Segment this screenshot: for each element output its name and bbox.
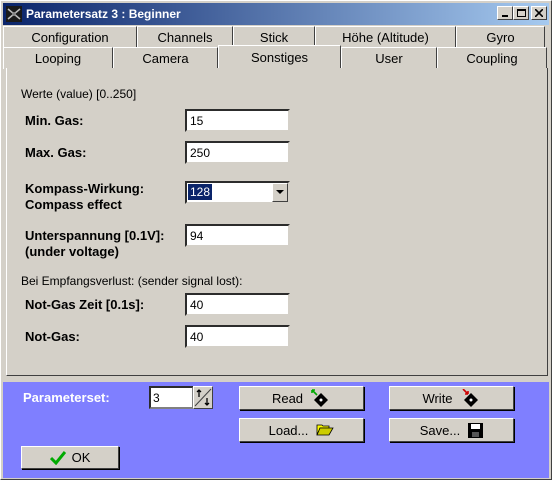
close-icon xyxy=(535,9,543,17)
compass-effect-select[interactable]: 128 xyxy=(185,181,290,204)
window-title: Parametersatz 3 : Beginner xyxy=(26,7,181,21)
load-button[interactable]: Load... xyxy=(239,418,364,442)
tab-coupling[interactable]: Coupling xyxy=(437,47,547,69)
max-gas-input[interactable]: 250 xyxy=(185,141,290,164)
folder-open-icon xyxy=(316,424,335,436)
maximize-button[interactable] xyxy=(513,6,529,20)
signal-lost-note: Bei Empfangsverlust: (sender signal lost… xyxy=(21,274,243,288)
chevron-down-icon xyxy=(276,190,284,194)
ok-label: OK xyxy=(71,450,91,465)
read-label: Read xyxy=(271,390,304,406)
notgas-time-input[interactable]: 40 xyxy=(185,293,290,316)
tab-gyro[interactable]: Gyro xyxy=(456,26,545,48)
min-gas-label: Min. Gas: xyxy=(25,113,84,128)
max-gas-label: Max. Gas: xyxy=(25,145,87,160)
ok-button[interactable]: OK xyxy=(21,446,119,469)
tab-row-bottom: Looping Camera Sonstiges User Coupling xyxy=(3,45,547,69)
tab-configuration[interactable]: Configuration xyxy=(3,26,137,48)
tab-user[interactable]: User xyxy=(341,47,437,69)
range-note: Werte (value) [0..250] xyxy=(21,87,137,101)
close-button[interactable] xyxy=(531,6,547,20)
main-window: Parametersatz 3 : Beginner Configuration… xyxy=(0,0,552,480)
compass-label-en: Compass effect xyxy=(25,197,122,212)
tab-sonstiges[interactable]: Sonstiges xyxy=(218,45,341,69)
save-button[interactable]: Save... xyxy=(389,418,514,442)
save-label: Save... xyxy=(419,422,461,438)
parameterset-spinner[interactable]: 3 xyxy=(149,386,214,409)
undervoltage-input[interactable]: 94 xyxy=(185,224,290,247)
min-gas-input[interactable]: 15 xyxy=(185,109,290,132)
helicopter-app-icon xyxy=(6,6,22,22)
compass-dropdown-button[interactable] xyxy=(272,183,288,202)
write-chip-icon xyxy=(461,389,478,407)
bottom-panel: Parameterset: 3 Read Write Load... Save.… xyxy=(3,382,549,478)
undervoltage-label-en: (under voltage) xyxy=(25,244,119,259)
read-button[interactable]: Read xyxy=(239,386,364,410)
parameterset-input[interactable]: 3 xyxy=(149,386,194,409)
maximize-icon xyxy=(516,9,526,17)
notgas-input[interactable]: 40 xyxy=(185,325,290,348)
checkmark-icon xyxy=(49,450,66,465)
notgas-label: Not-Gas: xyxy=(25,329,80,344)
read-chip-icon xyxy=(311,389,329,407)
parameterset-spin-buttons[interactable] xyxy=(193,386,213,409)
spin-arrows-icon xyxy=(194,388,212,407)
tab-looping[interactable]: Looping xyxy=(3,47,113,69)
write-button[interactable]: Write xyxy=(389,386,514,410)
tab-camera[interactable]: Camera xyxy=(113,47,218,69)
write-label: Write xyxy=(422,390,453,406)
minimize-icon xyxy=(502,15,508,17)
minimize-button[interactable] xyxy=(497,6,513,20)
parameterset-label: Parameterset: xyxy=(23,390,110,405)
notgas-time-label: Not-Gas Zeit [0.1s]: xyxy=(25,297,145,312)
title-bar[interactable]: Parametersatz 3 : Beginner xyxy=(3,3,549,25)
sonstiges-panel: Werte (value) [0..250] Min. Gas: 15 Max.… xyxy=(6,68,548,376)
compass-effect-value: 128 xyxy=(188,184,213,200)
compass-label-de: Kompass-Wirkung: xyxy=(25,181,145,196)
load-label: Load... xyxy=(268,422,309,438)
undervoltage-label-de: Unterspannung [0.1V]: xyxy=(25,228,165,243)
floppy-disk-icon xyxy=(468,422,484,438)
